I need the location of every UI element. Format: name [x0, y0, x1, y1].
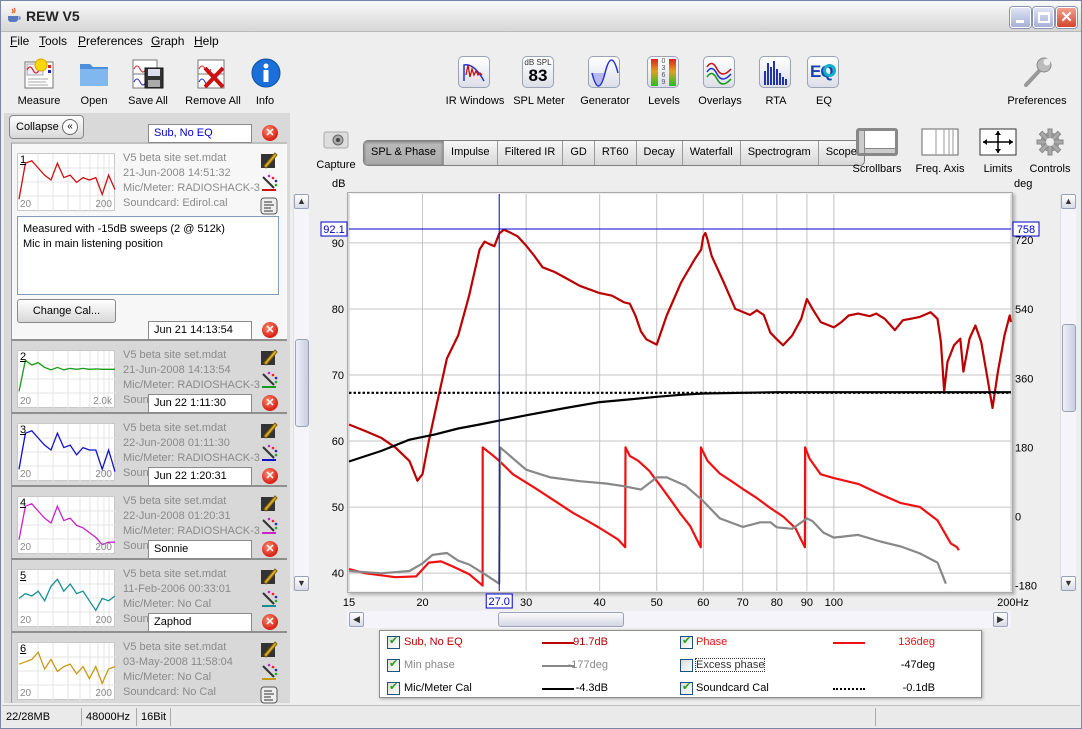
measurement-file: V5 beta site set.mdat: [123, 641, 227, 653]
legend-row: Sub, No EQ 91.7dB Phase 136deg: [380, 632, 981, 652]
legend-value: 91.7dB: [573, 636, 608, 648]
status-message: [171, 708, 876, 726]
y-right-tick-label: 180: [1015, 442, 1033, 454]
memory-usage: 22/28MB: [2, 708, 82, 726]
graph-legend: Sub, No EQ 91.7dB Phase 136deg Min phase…: [379, 630, 982, 698]
measurement-mic-cal: Mic/Meter: No Cal: [123, 671, 212, 683]
cursor-y-left-value: 92.1: [323, 224, 344, 236]
scroll-left-icon[interactable]: ◀: [349, 612, 364, 627]
graph-horizontal-scrollbar[interactable]: ◀ ▶: [347, 611, 1011, 628]
cursor-x-value: 27.0: [489, 596, 510, 608]
x-tick-label: 80: [771, 597, 783, 609]
y-left-tick-label: 60: [332, 436, 344, 448]
x-tick-label: 30: [520, 597, 532, 609]
x-tick-label: 100: [825, 597, 843, 609]
measurement-soundcard-cal: Soundcard: No Cal: [123, 686, 216, 698]
graph-vertical-scrollbar[interactable]: ▲ ▼: [1060, 194, 1076, 591]
legend-checkbox-min-phase[interactable]: [387, 657, 400, 672]
legend-value: 136deg: [898, 636, 935, 648]
legend-checkbox-mic-meter-cal[interactable]: [387, 680, 400, 695]
status-bar: 22/28MB 48000Hz 16Bit: [2, 705, 1080, 727]
legend-value: -47deg: [900, 659, 935, 671]
legend-swatch: [833, 642, 865, 644]
scroll-right-icon[interactable]: ▶: [993, 612, 1008, 627]
legend-value: -177deg: [567, 659, 608, 671]
legend-name-soundcard-cal: Soundcard Cal: [696, 682, 769, 694]
scrollbar-thumb[interactable]: [1062, 324, 1076, 412]
y-left-tick-label: 80: [332, 304, 344, 316]
y-right-tick-label: 0: [1015, 512, 1021, 524]
y-left-tick-label: 90: [332, 238, 344, 250]
legend-checkbox-soundcard-cal[interactable]: [680, 680, 693, 695]
edit-measurement-icon[interactable]: [260, 640, 278, 658]
y-right-tick-label: 540: [1015, 304, 1033, 316]
legend-name-sub-no-eq: Sub, No EQ: [404, 636, 463, 648]
legend-value: -0.1dB: [902, 682, 935, 694]
legend-row: Mic/Meter Cal -4.3dB Soundcard Cal -0.1d…: [380, 678, 981, 698]
scrollbar-thumb[interactable]: [498, 612, 624, 627]
thumb-x-end: 200: [95, 688, 112, 699]
color-picker-icon[interactable]: [260, 663, 278, 681]
x-tick-label: 60: [697, 597, 709, 609]
thumb-x-start: 20: [20, 615, 32, 626]
thumb-x-start: 20: [20, 688, 32, 699]
app-window: REW V5 ✕ File Tools Preferences Graph He…: [0, 0, 1082, 729]
sample-rate: 48000Hz: [82, 708, 137, 726]
legend-name-excess-phase: Excess phase: [694, 658, 766, 672]
measurement-thumbnail[interactable]: 6 20 200: [17, 642, 116, 701]
legend-name-min-phase: Min phase: [404, 659, 455, 671]
y-right-tick-label: 360: [1015, 373, 1033, 385]
legend-row: Min phase -177deg Excess phase -47deg: [380, 655, 981, 675]
thumb-x-end: 200: [95, 615, 112, 626]
legend-name-phase: Phase: [696, 636, 728, 648]
scroll-up-icon[interactable]: ▲: [1061, 194, 1076, 209]
bit-depth: 16Bit: [137, 708, 171, 726]
x-tick-label: 20: [416, 597, 428, 609]
measurement-number: 6: [20, 643, 27, 655]
x-tick-label: 50: [651, 597, 663, 609]
scroll-down-icon[interactable]: ▼: [1061, 576, 1076, 591]
cursor-y-right-value: 758: [1017, 224, 1035, 236]
y-right-tick-label: 720: [1015, 235, 1033, 247]
y-left-tick-label: 50: [332, 502, 344, 514]
delete-measurement-icon[interactable]: ✕: [262, 614, 278, 630]
legend-value: -4.3dB: [575, 682, 608, 694]
legend-swatch: [833, 688, 865, 690]
y-right-tick-label: -180: [1015, 581, 1037, 593]
notes-icon[interactable]: [260, 686, 278, 704]
x-tick-label: 70: [737, 597, 749, 609]
legend-checkbox-sub-no-eq[interactable]: [387, 634, 400, 649]
legend-name-mic-meter-cal: Mic/Meter Cal: [404, 682, 472, 694]
y-left-tick-label: 40: [332, 568, 344, 580]
x-tick-label: 40: [594, 597, 606, 609]
x-tick-label: 200Hz: [997, 597, 1029, 609]
measurement-info: V5 beta site set.mdat 03-May-2008 11:58:…: [123, 640, 233, 700]
legend-checkbox-excess-phase[interactable]: [680, 659, 693, 672]
measurement-date: 03-May-2008 11:58:04: [123, 656, 233, 668]
legend-checkbox-phase[interactable]: [680, 634, 693, 649]
y-left-tick-label: 70: [332, 370, 344, 382]
x-tick-label: 15: [343, 597, 355, 609]
x-tick-label: 90: [801, 597, 813, 609]
measurement-name-input[interactable]: Zaphod: [148, 613, 252, 632]
spl-phase-chart: 15 20 30 40 50 60 70 80 90 100 200Hz 40 50 60 70 80 90 -1…: [320, 194, 1040, 609]
